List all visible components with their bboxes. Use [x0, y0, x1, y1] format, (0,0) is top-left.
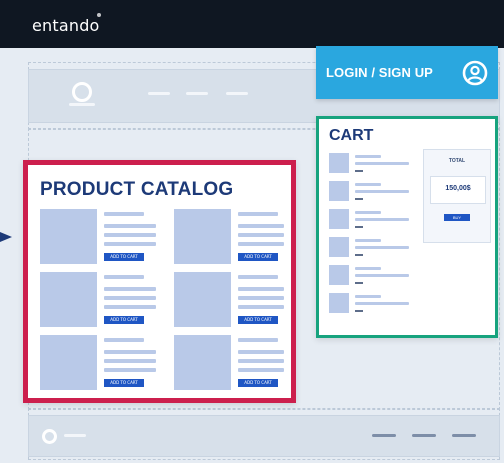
cart-widget: CART TOTAL 150,00$ BUY — [316, 116, 498, 338]
cart-item-qty — [355, 310, 363, 312]
product-desc-line — [238, 233, 284, 237]
brand-mark — [97, 13, 101, 17]
cart-item-qty — [355, 226, 363, 228]
product-desc-line — [238, 368, 284, 372]
total-label: TOTAL — [448, 158, 466, 164]
header-logo-text — [69, 103, 95, 106]
footer-link — [372, 434, 396, 437]
buy-button[interactable]: BUY — [444, 214, 470, 221]
footer-link — [412, 434, 436, 437]
user-circle-icon — [462, 60, 488, 86]
top-bar: entando — [0, 0, 504, 48]
total-value-box: 150,00$ — [430, 176, 486, 204]
footer-logo-text — [64, 434, 86, 437]
cart-item-desc-line — [355, 218, 409, 221]
cart-item-thumbnail — [329, 153, 349, 173]
product-desc-line — [238, 359, 284, 363]
product-desc-line — [104, 305, 156, 309]
brand-logo[interactable]: entando — [32, 16, 100, 35]
product-image[interactable] — [174, 335, 231, 390]
product-desc-line — [104, 224, 156, 228]
cart-item-desc-line — [355, 246, 409, 249]
product-desc-line — [238, 287, 284, 291]
login-signup-label: LOGIN / SIGN UP — [326, 65, 433, 80]
product-desc-line — [238, 350, 284, 354]
cart-item-name-line — [355, 155, 381, 158]
cart-item-thumbnail — [329, 293, 349, 313]
product-desc-line — [238, 305, 284, 309]
header-nav-link — [148, 92, 170, 95]
product-image[interactable] — [40, 272, 97, 327]
cart-item-thumbnail — [329, 265, 349, 285]
pointer-arrow-icon — [0, 232, 12, 242]
cart-item-name-line — [355, 239, 381, 242]
add-to-cart-button[interactable]: ADD TO CART — [238, 253, 278, 261]
cart-item-thumbnail — [329, 209, 349, 229]
add-to-cart-button[interactable]: ADD TO CART — [238, 316, 278, 324]
cart-item-desc-line — [355, 302, 409, 305]
product-desc-line — [104, 368, 156, 372]
cart-item-qty — [355, 254, 363, 256]
cart-item-name-line — [355, 183, 381, 186]
product-desc-line — [104, 242, 156, 246]
catalog-title: PRODUCT CATALOG — [40, 179, 234, 200]
product-name-line — [238, 212, 278, 216]
cart-title: CART — [329, 127, 374, 144]
product-desc-line — [104, 296, 156, 300]
add-to-cart-button[interactable]: ADD TO CART — [104, 253, 144, 261]
cart-item-name-line — [355, 211, 381, 214]
cart-item-qty — [355, 198, 363, 200]
product-desc-line — [104, 350, 156, 354]
header-nav-link — [186, 92, 208, 95]
add-to-cart-button[interactable]: ADD TO CART — [104, 316, 144, 324]
header-logo-icon — [72, 82, 92, 102]
product-name-line — [104, 275, 144, 279]
product-desc-line — [104, 233, 156, 237]
footer-link — [452, 434, 476, 437]
header-nav-link — [226, 92, 248, 95]
footer-logo-icon — [42, 429, 57, 444]
cart-item-qty — [355, 282, 363, 284]
product-image[interactable] — [40, 335, 97, 390]
cart-item-thumbnail — [329, 237, 349, 257]
product-name-line — [104, 338, 144, 342]
product-name-line — [104, 212, 144, 216]
product-image[interactable] — [174, 209, 231, 264]
product-desc-line — [238, 224, 284, 228]
cart-item-name-line — [355, 267, 381, 270]
product-desc-line — [104, 359, 156, 363]
cart-total-panel: TOTAL 150,00$ BUY — [423, 149, 491, 243]
cart-item-desc-line — [355, 162, 409, 165]
product-catalog-widget: PRODUCT CATALOG ADD TO CART ADD TO CART … — [23, 160, 296, 403]
cart-item-name-line — [355, 295, 381, 298]
cart-item-qty — [355, 170, 363, 172]
login-signup-button[interactable]: LOGIN / SIGN UP — [316, 46, 498, 99]
product-desc-line — [238, 242, 284, 246]
product-desc-line — [238, 296, 284, 300]
cart-item-desc-line — [355, 274, 409, 277]
product-name-line — [238, 275, 278, 279]
cart-item-thumbnail — [329, 181, 349, 201]
total-value: 150,00$ — [445, 185, 471, 192]
product-desc-line — [104, 287, 156, 291]
product-image[interactable] — [174, 272, 231, 327]
add-to-cart-button[interactable]: ADD TO CART — [238, 379, 278, 387]
cart-item-desc-line — [355, 190, 409, 193]
add-to-cart-button[interactable]: ADD TO CART — [104, 379, 144, 387]
product-image[interactable] — [40, 209, 97, 264]
product-name-line — [238, 338, 278, 342]
